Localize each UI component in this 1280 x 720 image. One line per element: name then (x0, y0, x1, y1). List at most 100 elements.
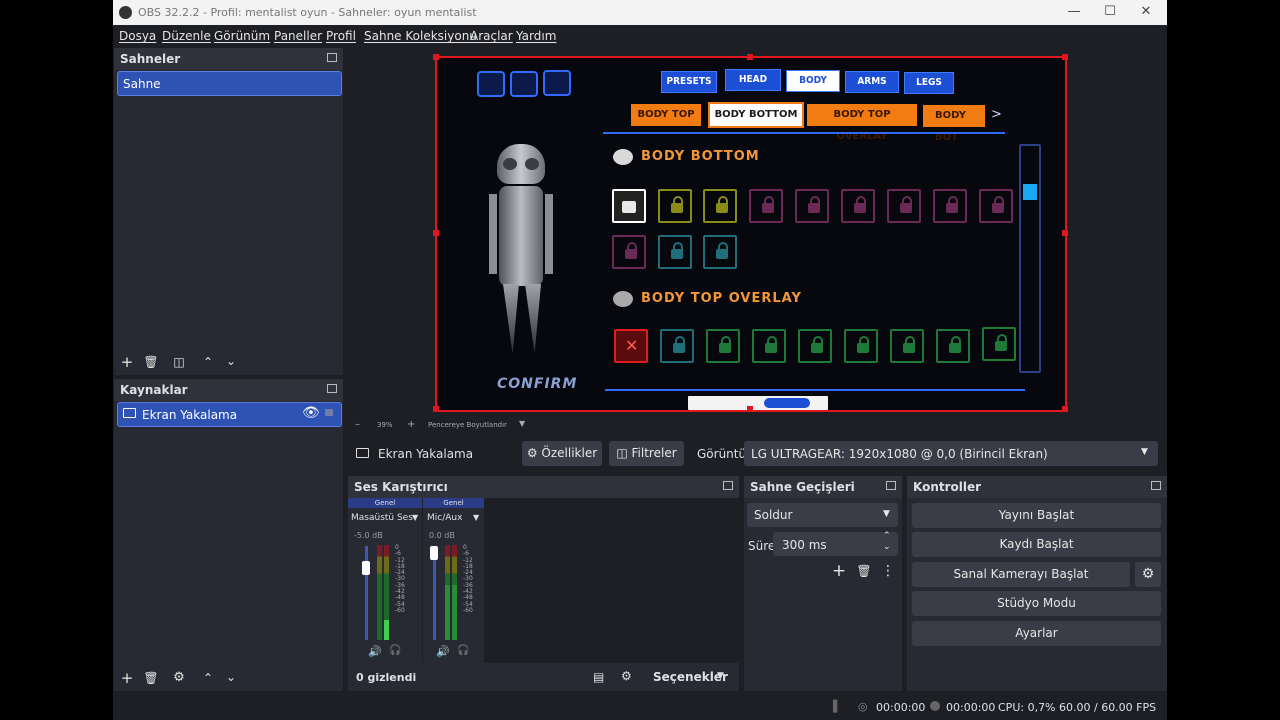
controls-dock: Kontroller Yayını Başlat Kaydı Başlat Sa… (907, 476, 1167, 691)
headphones-icon[interactable]: 🎧 (389, 645, 401, 656)
transitions-dock: Sahne Geçişleri Soldur ▼ Süre 300 ms ⌃ ⌄… (744, 476, 902, 691)
audio-mixer-dock: Ses Karıştırıcı Genel Masaüstü Ses ▼ -5.… (348, 476, 739, 691)
channel-name[interactable]: Mic/Aux (427, 513, 462, 523)
scene-filters-icon[interactable]: ◫ (169, 352, 189, 372)
resize-handle[interactable] (747, 406, 753, 412)
title-bar: OBS 32.2.2 - Profil: mentalist oyun - Sa… (113, 0, 1167, 25)
start-recording-button[interactable]: Kaydı Başlat (912, 532, 1161, 557)
move-down-icon[interactable]: ⌄ (221, 351, 241, 371)
move-up-icon[interactable]: ⌃ (198, 352, 218, 372)
channel-name[interactable]: Masaüstü Ses (351, 513, 413, 523)
level-meter (377, 545, 382, 640)
virtual-camera-settings-icon[interactable]: ⚙ (1135, 562, 1161, 587)
headphones-icon[interactable]: 🎧 (457, 645, 469, 656)
studio-mode-button[interactable]: Stüdyo Modu (912, 591, 1161, 616)
remove-source-icon[interactable]: 🗑 (141, 668, 161, 688)
volume-slider-track[interactable] (433, 546, 436, 640)
chevron-down-icon[interactable]: ⌄ (883, 542, 891, 552)
menu-view[interactable]: Görünüm (214, 29, 270, 43)
signal-icon: ▌ (833, 700, 842, 713)
channel-group: Genel (348, 498, 422, 508)
source-properties-icon[interactable]: ⚙ (169, 668, 189, 688)
add-source-icon[interactable]: + (117, 668, 137, 688)
fit-to-window[interactable]: Pencereye Boyutlandır (428, 421, 507, 429)
controls-title: Kontroller (913, 480, 982, 494)
start-virtual-camera-button[interactable]: Sanal Kamerayı Başlat (912, 562, 1130, 587)
zoom-out-icon[interactable]: – (355, 419, 360, 430)
remove-scene-icon[interactable]: 🗑 (141, 352, 161, 372)
source-item-label: Ekran Yakalama (142, 408, 238, 422)
scene-item-label: Sahne (123, 77, 161, 91)
selected-source-bounds[interactable] (435, 56, 1067, 412)
channel-db: -5.0 dB (354, 531, 383, 540)
float-dock-icon[interactable] (1151, 481, 1161, 490)
resize-handle[interactable] (1062, 406, 1068, 412)
visibility-eye-icon[interactable]: 👁 (302, 405, 320, 421)
add-scene-icon[interactable]: + (117, 352, 137, 372)
properties-button[interactable]: ⚙ Özellikler (522, 441, 602, 466)
scene-item[interactable]: Sahne (117, 71, 342, 96)
maximize-icon[interactable]: ☐ (1095, 3, 1125, 21)
display-select[interactable]: LG ULTRAGEAR: 1920x1080 @ 0,0 (Birincil … (744, 441, 1158, 466)
mixer-footer: 0 gizlendi ▤ ⚙ Seçenekler ▼ (348, 665, 739, 691)
zoom-dropdown-icon[interactable]: ▼ (519, 419, 525, 428)
obs-window: OBS 32.2.2 - Profil: mentalist oyun - Sa… (113, 0, 1167, 720)
more-options-icon[interactable]: ⋮ (878, 561, 898, 581)
filters-button[interactable]: ◫ Filtreler (609, 441, 684, 466)
display-value: LG ULTRAGEAR: 1920x1080 @ 0,0 (Birincil … (751, 447, 1048, 461)
resize-handle[interactable] (747, 54, 753, 60)
float-dock-icon[interactable] (723, 481, 733, 490)
remove-transition-icon[interactable]: 🗑 (854, 561, 874, 581)
scenes-dock-header: Sahneler (114, 48, 343, 70)
volume-slider-handle[interactable] (430, 546, 438, 560)
settings-button[interactable]: Ayarlar (912, 621, 1161, 646)
float-dock-icon[interactable] (886, 481, 896, 490)
menu-scene-collection[interactable]: Sahne Koleksiyonu (364, 29, 477, 43)
lock-icon[interactable] (325, 409, 333, 416)
scenes-dock: Sahneler Sahne + 🗑 ◫ ⌃ ⌄ (114, 48, 343, 375)
resize-handle[interactable] (433, 54, 439, 60)
scenes-toolbar: + 🗑 ◫ ⌃ ⌄ (114, 350, 343, 375)
volume-slider-handle[interactable] (362, 561, 370, 575)
menu-tools[interactable]: Araçlar (470, 29, 513, 43)
scenes-title: Sahneler (120, 52, 181, 66)
zoom-in-icon[interactable]: + (407, 419, 415, 430)
resize-handle[interactable] (1062, 230, 1068, 236)
add-transition-icon[interactable]: + (829, 561, 849, 581)
advanced-audio-icon[interactable]: ⚙ (621, 669, 632, 683)
layout-toggle-icon[interactable]: ▤ (593, 670, 604, 684)
meter-scale: 0 -6 -12 -18 -24 -30 -36 -42 -48 -54 -60 (395, 544, 405, 614)
resize-handle[interactable] (1062, 54, 1068, 60)
float-dock-icon[interactable] (327, 384, 337, 393)
source-item[interactable]: Ekran Yakalama 👁 (117, 402, 342, 427)
close-icon[interactable]: ✕ (1131, 3, 1161, 21)
chevron-down-icon: ▼ (883, 509, 890, 519)
move-down-icon[interactable]: ⌄ (221, 667, 241, 687)
controls-header: Kontroller (907, 476, 1167, 498)
transitions-header: Sahne Geçişleri (744, 476, 902, 498)
sources-dock: Kaynaklar Ekran Yakalama 👁 + 🗑 ⚙ ⌃ ⌄ (114, 379, 343, 691)
duration-spinbox[interactable]: 300 ms ⌃ ⌄ (773, 531, 898, 556)
speaker-icon[interactable]: 🔊 (436, 645, 450, 658)
menu-help[interactable]: Yardım (516, 29, 556, 43)
menu-docks[interactable]: Paneller (274, 29, 322, 43)
transitions-title: Sahne Geçişleri (750, 480, 855, 494)
menu-edit[interactable]: Düzenle (162, 29, 211, 43)
move-up-icon[interactable]: ⌃ (198, 668, 218, 688)
monitor-icon (356, 448, 369, 458)
menu-profile[interactable]: Profil (326, 29, 356, 43)
transition-select[interactable]: Soldur ▼ (747, 503, 898, 527)
chevron-down-icon[interactable]: ▼ (717, 671, 724, 681)
speaker-icon[interactable]: 🔊 (368, 645, 382, 658)
chevron-up-icon[interactable]: ⌃ (883, 531, 891, 541)
chevron-down-icon[interactable]: ▼ (473, 513, 479, 522)
start-streaming-button[interactable]: Yayını Başlat (912, 503, 1161, 528)
menu-file[interactable]: Dosya (119, 29, 156, 43)
minimize-icon[interactable]: — (1059, 3, 1089, 21)
resize-handle[interactable] (433, 406, 439, 412)
resize-handle[interactable] (433, 230, 439, 236)
float-dock-icon[interactable] (327, 53, 337, 62)
channel-db: 0.0 dB (429, 531, 455, 540)
chevron-down-icon[interactable]: ▼ (412, 513, 418, 522)
status-bar: ▌ ◎ 00:00:00 00:00:00 CPU: 0,7% 60.00 / … (113, 695, 1167, 720)
